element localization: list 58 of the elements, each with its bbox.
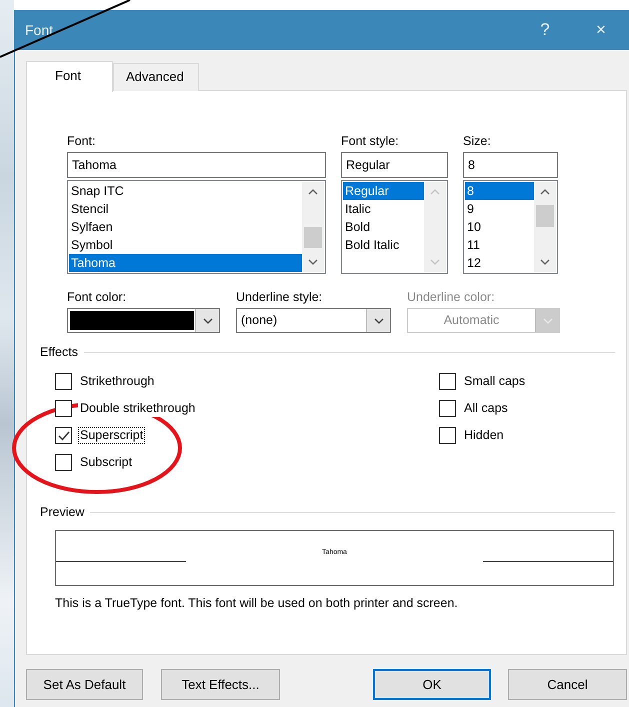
list-item[interactable]: 8 xyxy=(465,182,534,200)
list-item[interactable]: Symbol xyxy=(69,236,302,254)
list-item[interactable]: Snap ITC xyxy=(69,182,302,200)
window-title: Font xyxy=(24,20,54,40)
checkbox-label[interactable]: Double strikethrough xyxy=(78,400,198,417)
dropdown-value: Automatic xyxy=(444,312,500,330)
checkbox[interactable] xyxy=(55,454,72,471)
scrollbar[interactable] xyxy=(534,182,556,272)
list-item[interactable]: 10 xyxy=(465,218,534,236)
checkbox-label[interactable]: Small caps xyxy=(462,373,528,390)
dialog-button[interactable]: Set As Default xyxy=(26,669,143,700)
checkbox-label[interactable]: Subscript xyxy=(78,454,134,471)
scroll-thumb[interactable] xyxy=(536,205,554,227)
list-item[interactable]: Stencil xyxy=(69,200,302,218)
tab[interactable]: Advanced xyxy=(113,63,199,91)
checkbox[interactable] xyxy=(55,427,72,444)
field-label: Underline color: xyxy=(407,289,496,305)
field-label: Underline style: xyxy=(236,289,324,305)
chevron-down-icon[interactable] xyxy=(366,309,390,332)
field-label: Size: xyxy=(463,133,492,149)
list-item[interactable]: Italic xyxy=(343,200,424,218)
tab[interactable]: Font xyxy=(26,61,113,92)
checkbox-label[interactable]: Superscript xyxy=(78,427,146,444)
list-item[interactable]: 12 xyxy=(465,254,534,272)
checkbox-label[interactable]: Hidden xyxy=(462,427,506,444)
checkbox[interactable] xyxy=(439,427,456,444)
list-item[interactable]: Regular xyxy=(343,182,424,200)
text-field[interactable]: Regular xyxy=(341,152,448,178)
dialog-button[interactable]: OK xyxy=(373,669,491,700)
scroll-thumb[interactable] xyxy=(304,227,322,248)
field-label: Font: xyxy=(67,133,96,149)
checkmark-icon xyxy=(58,430,70,440)
dialog-button[interactable]: Text Effects... xyxy=(161,669,280,700)
scrollbar[interactable] xyxy=(302,182,324,272)
checkbox-label[interactable]: All caps xyxy=(462,400,510,417)
field-label: Font style: xyxy=(341,133,400,149)
dropdown-value: (none) xyxy=(241,312,278,330)
checkbox[interactable] xyxy=(55,373,72,390)
chevron-down-icon[interactable] xyxy=(195,309,219,332)
checkbox-label[interactable]: Strikethrough xyxy=(78,373,156,390)
list-item[interactable]: Sylfaen xyxy=(69,218,302,236)
list-item[interactable]: Bold xyxy=(343,218,424,236)
text-field[interactable]: 8 xyxy=(463,152,558,178)
checkbox[interactable] xyxy=(439,400,456,417)
list-item[interactable]: 9 xyxy=(465,200,534,218)
font-description: This is a TrueType font. This font will be used on both printer and screen. xyxy=(55,595,459,612)
color-dropdown[interactable] xyxy=(67,308,220,333)
group-title: Effects xyxy=(40,345,78,359)
checkbox[interactable] xyxy=(55,400,72,417)
checkbox[interactable] xyxy=(439,373,456,390)
list-item[interactable]: Tahoma xyxy=(69,254,302,272)
list-item[interactable]: 11 xyxy=(465,236,534,254)
group-title: Preview xyxy=(40,505,84,519)
field-label: Font color: xyxy=(67,289,128,305)
dropdown[interactable]: (none) xyxy=(236,308,391,333)
dialog-button[interactable]: Cancel xyxy=(508,669,627,700)
text-field[interactable]: Tahoma xyxy=(67,152,326,178)
list-item[interactable]: Bold Italic xyxy=(343,236,424,254)
